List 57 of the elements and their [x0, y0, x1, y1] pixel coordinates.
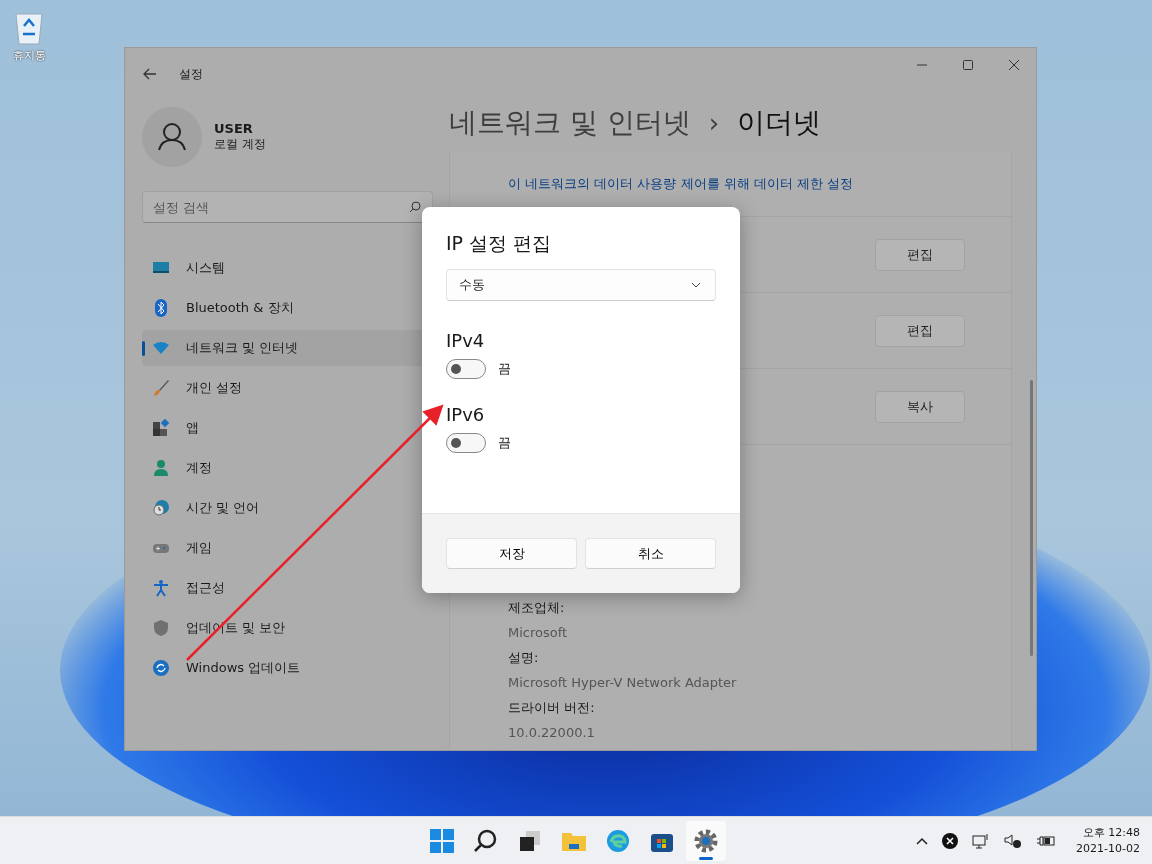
close-circle-icon[interactable] [942, 832, 959, 849]
window-title: 설정 [179, 65, 203, 83]
detail-value: 10.0.22000.1 [508, 724, 596, 742]
bluetooth-icon [152, 299, 170, 317]
network-icon[interactable] [972, 832, 991, 849]
row-action-button[interactable]: 편집 [875, 238, 965, 271]
chevron-up-icon[interactable] [916, 836, 929, 845]
account-type: 로컬 계정 [214, 136, 266, 153]
muted-speaker-icon[interactable] [1004, 832, 1023, 849]
sidebar-item[interactable]: 개인 설정 [142, 370, 433, 406]
chevron-down-icon [691, 282, 701, 288]
sidebar-item[interactable]: 시스템 [142, 250, 433, 286]
scrollbar-thumb[interactable] [1030, 380, 1033, 656]
avatar-icon [142, 107, 202, 167]
access-icon [152, 579, 170, 597]
sidebar-item[interactable]: Bluetooth & 장치 [142, 290, 433, 326]
toggle-state: 끔 [498, 434, 511, 452]
recycle-bin-label: 휴지통 [12, 48, 46, 63]
row-action-button[interactable]: 복사 [875, 390, 965, 423]
section-heading: IPv4 [446, 331, 486, 351]
data-limit-link[interactable]: 이 네트워크의 데이터 사용량 제어를 위해 데이터 제한 설정 [508, 175, 854, 193]
toggle-state: 끔 [498, 360, 511, 378]
sidebar-item[interactable]: Windows 업데이트 [142, 650, 433, 686]
brush-icon [152, 379, 170, 397]
search-icon [409, 201, 421, 213]
dialog-title: IP 설정 편집 [446, 231, 553, 256]
detail-value: Microsoft [508, 624, 569, 642]
detail-label: 드라이버 버전: [508, 699, 596, 717]
taskbar-clock[interactable]: 오후 12:48 2021-10-02 [1076, 824, 1140, 857]
detail-value: Microsoft Hyper-V Network Adapter [508, 674, 738, 692]
battery-plug-icon[interactable] [1036, 833, 1057, 848]
apps-icon [152, 419, 170, 437]
person-icon [152, 459, 170, 477]
user-name: USER [214, 121, 254, 136]
dialog-button[interactable]: 저장 [446, 538, 577, 569]
close-icon[interactable] [1008, 59, 1020, 71]
maximize-icon[interactable] [962, 59, 974, 71]
dialog-button[interactable]: 취소 [585, 538, 716, 569]
shield-icon [152, 619, 170, 637]
ip-mode-dropdown[interactable]: 수동 [446, 269, 716, 301]
section-heading: IPv6 [446, 405, 486, 425]
page-title: 이더넷 [737, 105, 822, 141]
sidebar-item[interactable]: 앱 [142, 410, 433, 446]
detail-label: 제조업체: [508, 599, 566, 617]
search-field[interactable]: 설정 검색 [142, 191, 433, 223]
toggle-switch[interactable] [446, 359, 486, 379]
breadcrumb-separator: › [708, 108, 720, 138]
settings-taskbar-icon[interactable] [686, 821, 726, 861]
sidebar-item[interactable]: 계정 [142, 450, 433, 486]
detail-label: 설명: [508, 649, 540, 667]
toggle-switch[interactable] [446, 433, 486, 453]
breadcrumb-parent[interactable]: 네트워크 및 인터넷 [449, 104, 691, 142]
back-arrow-icon[interactable] [143, 68, 157, 80]
sidebar-item[interactable]: 시간 및 언어 [142, 490, 433, 526]
clock-icon [152, 499, 170, 517]
row-action-button[interactable]: 편집 [875, 314, 965, 347]
update-icon [152, 659, 170, 677]
